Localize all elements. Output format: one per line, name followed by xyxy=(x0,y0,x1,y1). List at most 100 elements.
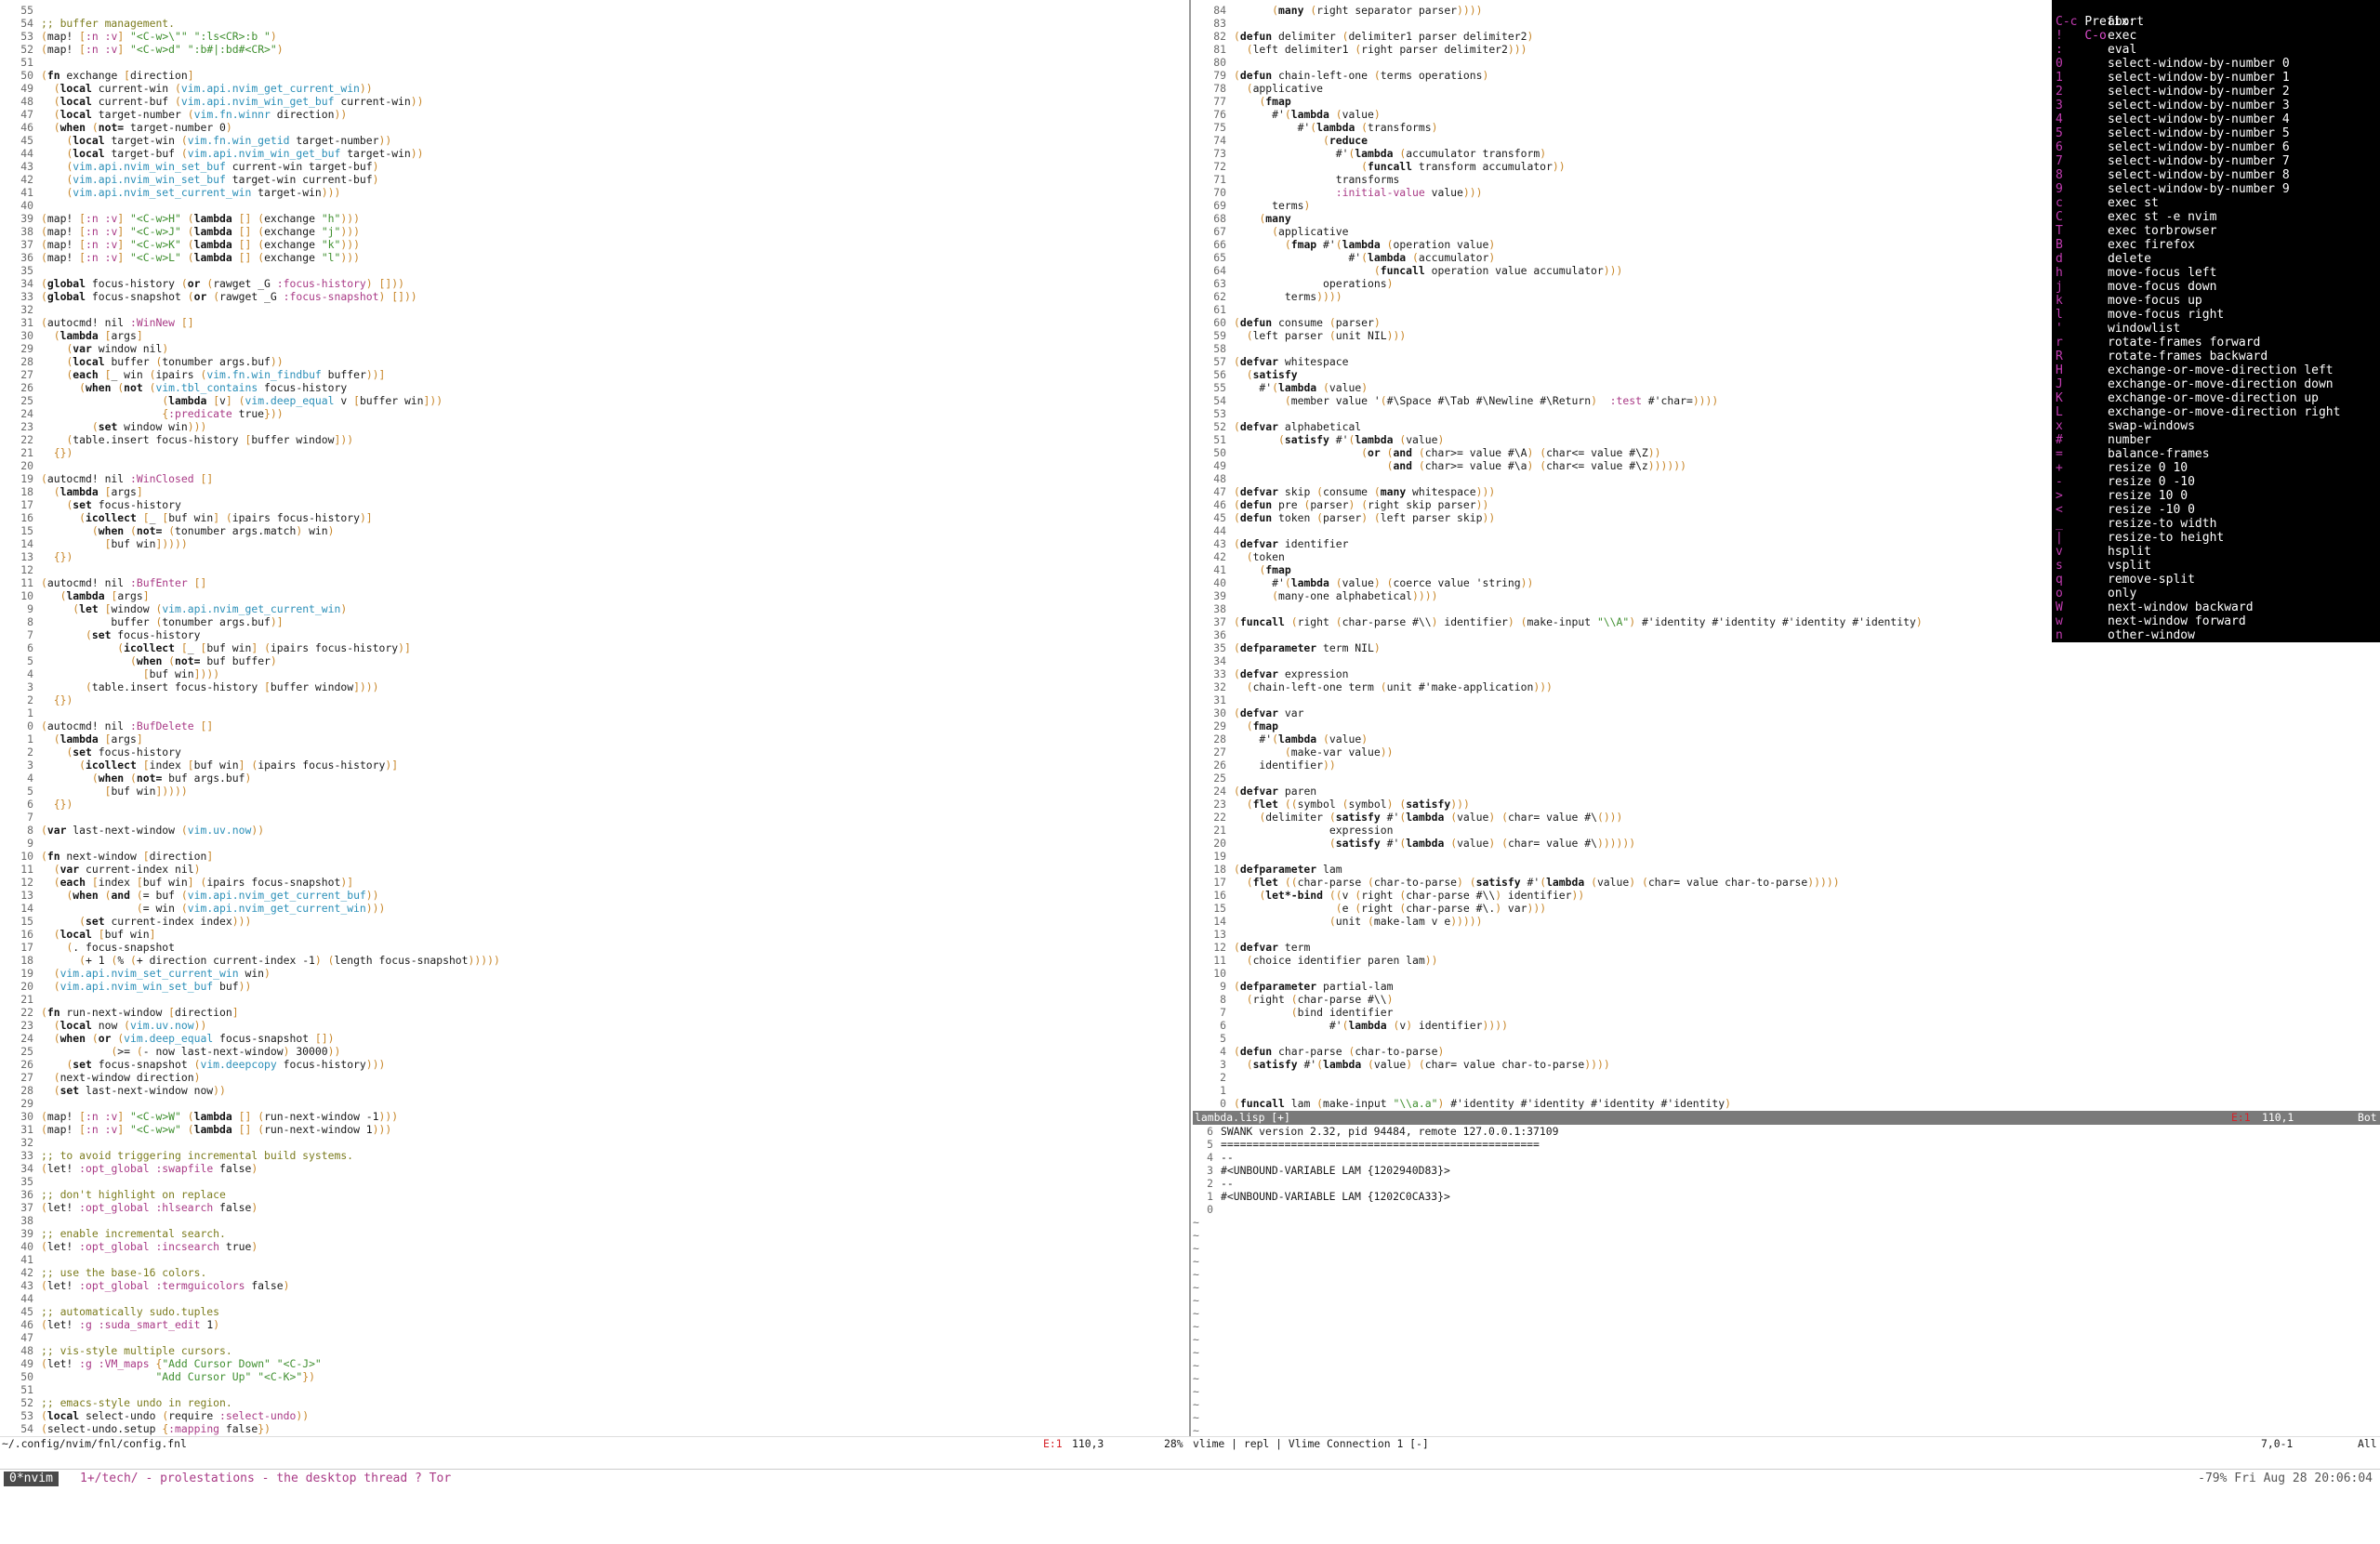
left-code-line[interactable]: 53 (map! [:n :v] "<C-w>\"" ":ls<CR>:b ") xyxy=(0,30,1188,43)
left-code-line[interactable]: 30 (map! [:n :v] "<C-w>W" (lambda [] (run… xyxy=(0,1110,1188,1123)
left-code-line[interactable]: 38 (map! [:n :v] "<C-w>J" (lambda [] (exc… xyxy=(0,225,1188,238)
right-code-line[interactable]: 6 #'(lambda (v) identifier)))) xyxy=(1193,1019,2380,1032)
repl-code-line[interactable]: 4 -- xyxy=(1193,1151,2380,1164)
right-code-line[interactable]: 8 (right (char-parse #\\) xyxy=(1193,993,2380,1006)
left-code-line[interactable]: 20 xyxy=(0,459,1188,472)
left-code-line[interactable]: 35 xyxy=(0,264,1188,277)
right-code-line[interactable]: 7 (bind identifier xyxy=(1193,1006,2380,1019)
left-code-line[interactable]: 6 (icollect [_ [buf win] (ipairs focus-h… xyxy=(0,641,1188,654)
prefix-menu-item[interactable]: d delete xyxy=(2056,252,2380,266)
left-code-line[interactable]: 22 (fn run-next-window [direction] xyxy=(0,1006,1188,1019)
repl-pane[interactable]: 6 SWANK version 2.32, pid 94484, remote 1… xyxy=(1193,1125,2380,1435)
left-code-line[interactable]: 29 (var window nil) xyxy=(0,342,1188,355)
right-code-line[interactable]: 0 (funcall lam (make-input "\\a.a") #'ide… xyxy=(1193,1097,2380,1110)
repl-code-line[interactable]: 2 -- xyxy=(1193,1177,2380,1190)
prefix-menu-item[interactable]: h move-focus left xyxy=(2056,266,2380,280)
left-code-line[interactable]: 15 (when (not= (tonumber args.match) win… xyxy=(0,524,1188,537)
left-code-line[interactable]: 42 (vim.api.nvim_win_set_buf target-win … xyxy=(0,173,1188,186)
right-code-line[interactable]: 27 (make-var value)) xyxy=(1193,746,2380,759)
left-code-line[interactable]: 52 ;; emacs-style undo in region. xyxy=(0,1396,1188,1409)
left-code-line[interactable]: 9 (let [window (vim.api.nvim_get_current… xyxy=(0,602,1188,615)
prefix-menu-item[interactable]: 8 select-window-by-number 8 xyxy=(2056,168,2380,182)
left-code-line[interactable]: 51 xyxy=(0,56,1188,69)
left-code-line[interactable]: 40 (let! :opt_global :incsearch true) xyxy=(0,1240,1188,1253)
prefix-menu-item[interactable]: n other-window xyxy=(2056,628,2380,642)
prefix-menu-item[interactable]: _ resize-to width xyxy=(2056,517,2380,531)
prefix-menu-item[interactable]: ! exec xyxy=(2056,29,2380,43)
left-code-line[interactable]: 2 (set focus-history xyxy=(0,746,1188,759)
left-code-line[interactable]: 32 xyxy=(0,303,1188,316)
prefix-menu-item[interactable]: - resize 0 -10 xyxy=(2056,475,2380,489)
prefix-menu-item[interactable]: Kexchange-or-move-direction up xyxy=(2056,391,2380,405)
right-code-line[interactable]: 35 (defparameter term NIL) xyxy=(1193,641,2380,654)
left-code-line[interactable]: 34 (let! :opt_global :swapfile false) xyxy=(0,1162,1188,1175)
prefix-menu-item[interactable]: C-c abort xyxy=(2056,15,2380,29)
left-code-line[interactable]: 16 (icollect [_ [buf win] (ipairs focus-… xyxy=(0,511,1188,524)
left-code-line[interactable]: 7 (set focus-history xyxy=(0,628,1188,641)
left-code-line[interactable]: 1 xyxy=(0,706,1188,719)
left-code-line[interactable]: 2 {}) xyxy=(0,693,1188,706)
left-code-line[interactable]: 48 ;; vis-style multiple cursors. xyxy=(0,1344,1188,1357)
left-code-line[interactable]: 29 xyxy=(0,1097,1188,1110)
left-code-line[interactable]: 45 (local target-win (vim.fn.win_getid t… xyxy=(0,134,1188,147)
left-code-line[interactable]: 22 (table.insert focus-history [buffer w… xyxy=(0,433,1188,446)
right-code-line[interactable]: 14 (unit (make-lam v e))))) xyxy=(1193,915,2380,928)
left-code-line[interactable]: 45 ;; automatically sudo.tuples xyxy=(0,1305,1188,1318)
left-code-line[interactable]: 11 (autocmd! nil :BufEnter [] xyxy=(0,576,1188,589)
left-code-line[interactable]: 13 {}) xyxy=(0,550,1188,563)
left-code-line[interactable]: 37 (let! :opt_global :hlsearch false) xyxy=(0,1201,1188,1214)
tmux-window-tab[interactable]: 0*nvim xyxy=(4,1471,59,1486)
left-code-line[interactable]: 41 xyxy=(0,1253,1188,1266)
prefix-menu-item[interactable]: x swap-windows xyxy=(2056,419,2380,433)
prefix-menu-item[interactable]: Lexchange-or-move-direction right xyxy=(2056,405,2380,419)
right-code-line[interactable]: 15 (e (right (char-parse #\.) var))) xyxy=(1193,902,2380,915)
left-code-line[interactable]: 26 (when (not (vim.tbl_contains focus-hi… xyxy=(0,381,1188,394)
left-code-line[interactable]: 48 (local current-buf (vim.api.nvim_win_… xyxy=(0,95,1188,108)
prefix-menu-item[interactable]: = balance-frames xyxy=(2056,447,2380,461)
right-code-line[interactable]: 11 (choice identifier paren lam)) xyxy=(1193,954,2380,967)
left-code-line[interactable]: 54 (select-undo.setup {:mapping false}) xyxy=(0,1422,1188,1435)
prefix-menu-item[interactable]: 4 select-window-by-number 4 xyxy=(2056,112,2380,126)
left-code-line[interactable]: 42 ;; use the base-16 colors. xyxy=(0,1266,1188,1279)
prefix-menu-item[interactable]: > resize 10 0 xyxy=(2056,489,2380,503)
left-code-line[interactable]: 10 (fn next-window [direction] xyxy=(0,850,1188,863)
left-code-line[interactable]: 4 [buf win]))) xyxy=(0,667,1188,680)
left-code-line[interactable]: 12 xyxy=(0,563,1188,576)
prefix-menu-item[interactable]: Wnext-window backward xyxy=(2056,600,2380,614)
left-code-line[interactable]: 39 ;; enable incremental search. xyxy=(0,1227,1188,1240)
left-code-line[interactable]: 25 (>= (- now last-next-window) 30000)) xyxy=(0,1045,1188,1058)
left-code-line[interactable]: 15 (set current-index index))) xyxy=(0,915,1188,928)
left-code-line[interactable]: 40 xyxy=(0,199,1188,212)
right-code-line[interactable]: 26 identifier)) xyxy=(1193,759,2380,772)
prefix-menu-item[interactable]: Cexec st -e nvim xyxy=(2056,210,2380,224)
left-code-line[interactable]: 5 [buf win])))) xyxy=(0,785,1188,798)
left-code-line[interactable]: 20 (vim.api.nvim_win_set_buf buf)) xyxy=(0,980,1188,993)
right-code-line[interactable]: 9 (defparameter partial-lam xyxy=(1193,980,2380,993)
left-code-line[interactable]: 21 {}) xyxy=(0,446,1188,459)
right-code-line[interactable]: 12 (defvar term xyxy=(1193,941,2380,954)
left-code-line[interactable]: 6 {}) xyxy=(0,798,1188,811)
vertical-split-divider[interactable] xyxy=(1189,0,1191,1446)
prefix-menu-item[interactable]: 1 select-window-by-number 1 xyxy=(2056,71,2380,85)
left-code-line[interactable]: 43 (let! :opt_global :termguicolors false… xyxy=(0,1279,1188,1292)
left-code-line[interactable]: 34 (global focus-history (or (rawget _G :… xyxy=(0,277,1188,290)
left-code-line[interactable]: 16 (local [buf win] xyxy=(0,928,1188,941)
left-code-line[interactable]: 50 (fn exchange [direction] xyxy=(0,69,1188,82)
right-code-line[interactable]: 33 (defvar expression xyxy=(1193,667,2380,680)
left-code-line[interactable]: 33 (global focus-snapshot (or (rawget _G … xyxy=(0,290,1188,303)
left-code-line[interactable]: 23 (set window win))) xyxy=(0,420,1188,433)
left-code-line[interactable]: 12 (each [index [buf win] (ipairs focus-… xyxy=(0,876,1188,889)
left-code-line[interactable]: 30 (lambda [args] xyxy=(0,329,1188,342)
left-code-line[interactable]: 44 (local target-buf (vim.api.nvim_win_g… xyxy=(0,147,1188,160)
left-code-line[interactable]: 24 {:predicate true})) xyxy=(0,407,1188,420)
prefix-menu-item[interactable]: r rotate-frames forward xyxy=(2056,336,2380,350)
left-code-line[interactable]: 28 (set last-next-window now)) xyxy=(0,1084,1188,1097)
right-code-line[interactable]: 13 xyxy=(1193,928,2380,941)
left-code-line[interactable]: 55 xyxy=(0,4,1188,17)
prefix-menu-item[interactable]: c exec st xyxy=(2056,196,2380,210)
left-code-line[interactable]: 50 "Add Cursor Up" "<C-K>"}) xyxy=(0,1370,1188,1383)
left-code-line[interactable]: 49 (local current-win (vim.api.nvim_get_… xyxy=(0,82,1188,95)
prefix-menu-item[interactable]: 5 select-window-by-number 5 xyxy=(2056,126,2380,140)
left-code-line[interactable]: 51 xyxy=(0,1383,1188,1396)
prefix-menu-item[interactable]: Rrotate-frames backward xyxy=(2056,350,2380,363)
